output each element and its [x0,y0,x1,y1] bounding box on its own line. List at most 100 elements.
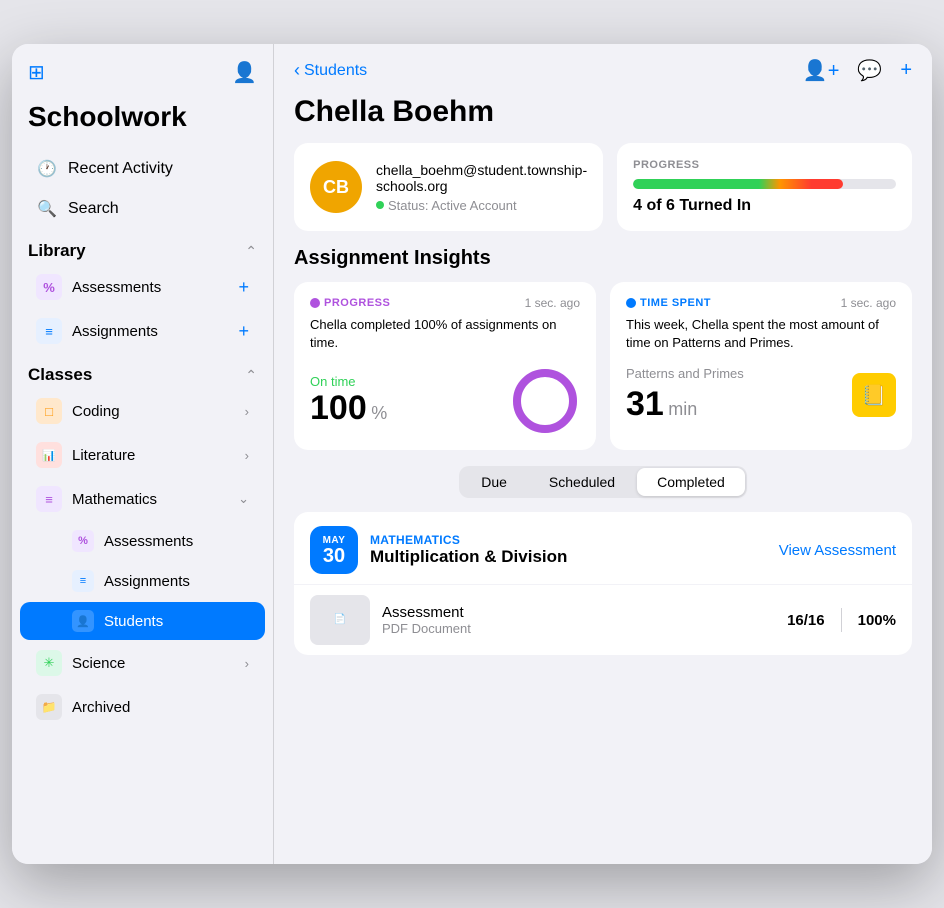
sidebar-item-science[interactable]: ✳ Science › [20,642,265,684]
sidebar-item-assessments-library[interactable]: % Assessments + [20,266,265,308]
assignment-item-name: Assessment [382,604,787,621]
tab-scheduled[interactable]: Scheduled [529,468,635,496]
sidebar-item-archived[interactable]: 📁 Archived [20,686,265,728]
math-assignments-label: Assignments [104,573,190,590]
insights-title: Assignment Insights [274,247,932,282]
progress-badge: PROGRESS [310,297,390,309]
nav-label-search: Search [68,200,119,218]
student-card: CB chella_boehm@student.township-schools… [294,143,603,231]
student-email: chella_boehm@student.township-schools.or… [376,162,587,194]
on-time-label: On time [310,374,387,389]
status-label: Status: Active Account [388,198,517,213]
top-cards: CB chella_boehm@student.township-schools… [274,143,932,247]
sidebar-top-icons: ⊞ 👤 [12,60,273,97]
students-icon: 👤 [72,610,94,632]
progress-summary: 4 of 6 Turned In [633,197,896,215]
assignment-card-header: MAY 30 MATHEMATICS Multiplication & Divi… [294,512,912,584]
tab-completed[interactable]: Completed [637,468,745,496]
math-assignments-icon: ≡ [72,570,94,592]
tabs-container: Due Scheduled Completed [274,466,932,498]
on-time-unit: % [371,403,387,423]
assignment-date-badge: MAY 30 [310,526,358,574]
assessments-add-icon[interactable]: + [238,277,249,298]
assignment-item-stats: 16/16 100% [787,608,896,632]
classes-title: Classes [28,365,92,385]
time-insight-card: TIME SPENT 1 sec. ago This week, Chella … [610,282,912,450]
assignments-icon: ≡ [36,318,62,344]
science-chevron-icon: › [245,656,249,671]
search-icon: 🔍 [36,199,58,219]
assignment-name: Multiplication & Division [370,547,779,567]
coding-label: Coding [72,403,120,420]
archived-label: Archived [72,699,130,716]
time-badge-dot [626,298,636,308]
students-label: Students [104,613,163,630]
main-content: ‹ Students 👤+ 💬 + Chella Boehm CB chella… [274,44,932,864]
sidebar-toggle-icon[interactable]: ⊞ [28,60,45,85]
time-description: This week, Chella spent the most amount … [626,316,896,352]
sidebar-item-math-assignments[interactable]: ≡ Assignments [20,562,265,600]
add-person-icon[interactable]: 👤+ [803,58,840,83]
library-title: Library [28,241,86,261]
sidebar: ⊞ 👤 Schoolwork 🕐 Recent Activity 🔍 Searc… [12,44,274,864]
time-stat-info: Patterns and Primes 31 min [626,366,744,424]
progress-bar [633,179,843,189]
progress-stat-row: On time 100 % [310,366,580,436]
mathematics-chevron-icon: ⌄ [238,491,249,507]
time-value: 31 [626,385,664,423]
sidebar-item-assignments-library[interactable]: ≡ Assignments + [20,310,265,352]
assignment-item: 📄 Assessment PDF Document 16/16 100% [294,584,912,655]
student-name: Chella Boehm [274,91,932,143]
app-title: Schoolwork [12,97,273,149]
literature-icon: 📊 [36,442,62,468]
insights-grid: PROGRESS 1 sec. ago Chella completed 100… [274,282,932,466]
sidebar-item-search[interactable]: 🔍 Search [20,190,265,228]
view-assessment-button[interactable]: View Assessment [779,542,896,559]
assignment-thumbnail: 📄 [310,595,370,645]
progress-description: Chella completed 100% of assignments on … [310,316,580,352]
back-label: Students [304,62,367,80]
profile-icon[interactable]: 👤 [232,60,257,85]
header-actions: 👤+ 💬 + [803,58,912,83]
time-insight-header: TIME SPENT 1 sec. ago [626,296,896,310]
sidebar-item-math-assessments[interactable]: % Assessments [20,522,265,560]
assessments-icon: % [36,274,62,300]
progress-insight-header: PROGRESS 1 sec. ago [310,296,580,310]
assignment-subject: MATHEMATICS [370,533,779,547]
assessments-label: Assessments [72,279,161,296]
sidebar-item-students[interactable]: 👤 Students [20,602,265,640]
sidebar-item-recent-activity[interactable]: 🕐 Recent Activity [20,150,265,188]
message-icon[interactable]: 💬 [857,58,882,83]
science-icon: ✳ [36,650,62,676]
assignment-card: MAY 30 MATHEMATICS Multiplication & Divi… [294,512,912,655]
assignment-percent: 100% [858,612,896,629]
tab-due[interactable]: Due [461,468,527,496]
app-window: ⊞ 👤 Schoolwork 🕐 Recent Activity 🔍 Searc… [12,44,932,864]
math-assessments-icon: % [72,530,94,552]
status-dot [376,201,384,209]
time-unit: min [668,399,697,419]
progress-card: PROGRESS 4 of 6 Turned In [617,143,912,231]
back-button[interactable]: ‹ Students [294,60,367,81]
classes-section-header[interactable]: Classes ⌃ [12,357,273,389]
sidebar-item-literature[interactable]: 📊 Literature › [20,434,265,476]
time-subject-name: Patterns and Primes [626,366,744,381]
note-icon: 📒 [852,373,896,417]
on-time-value: 100 [310,389,367,427]
main-header: ‹ Students 👤+ 💬 + [274,44,932,91]
mathematics-label: Mathematics [72,491,157,508]
literature-chevron-icon: › [245,448,249,463]
assignment-item-info: Assessment PDF Document [382,604,787,636]
library-section-header[interactable]: Library ⌃ [12,233,273,265]
assignment-item-type: PDF Document [382,621,787,636]
assignments-add-icon[interactable]: + [238,321,249,342]
sidebar-item-coding[interactable]: □ Coding › [20,390,265,432]
sidebar-item-mathematics[interactable]: ≡ Mathematics ⌄ [20,478,265,520]
add-icon[interactable]: + [900,59,912,82]
archived-icon: 📁 [36,694,62,720]
mathematics-icon: ≡ [36,486,62,512]
library-chevron-icon: ⌃ [245,243,257,260]
time-stat-row: Patterns and Primes 31 min 📒 [626,366,896,424]
nav-label-recent-activity: Recent Activity [68,160,173,178]
recent-activity-icon: 🕐 [36,159,58,179]
